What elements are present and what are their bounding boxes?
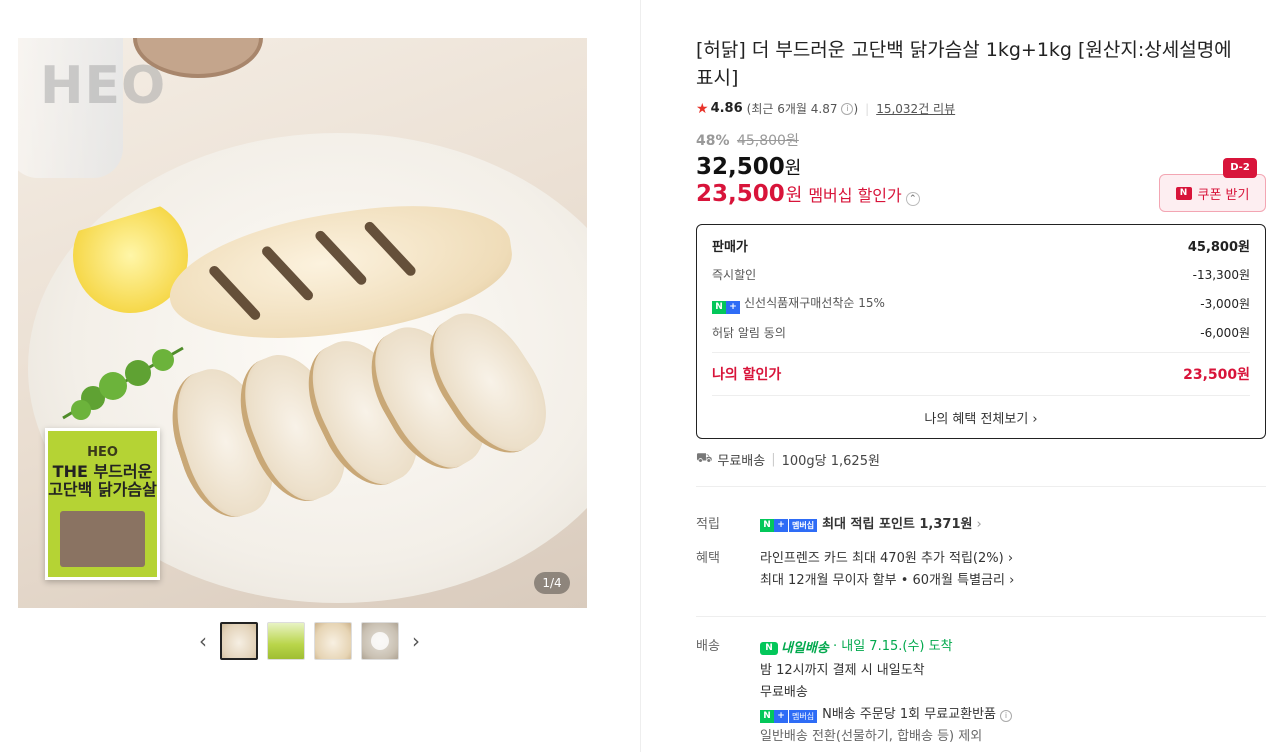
- package-window: [60, 511, 145, 567]
- delivery-eta: · 내일 7.15.(수) 도착: [832, 639, 953, 654]
- membership-price-value: 23,500: [696, 181, 785, 207]
- npay-membership-icon: N + 멤버십: [760, 518, 818, 532]
- shipping-summary: ⛟ 무료배송 | 100g당 1,625원: [696, 450, 880, 469]
- review-count-link[interactable]: 15,032건 리뷰: [876, 100, 955, 117]
- free-shipping-text: 무료배송: [717, 454, 766, 469]
- separator: |: [771, 452, 776, 467]
- price-row: 허닭 알림 동의 -6,000원: [712, 318, 1250, 347]
- recent-rating-close: ): [853, 101, 859, 116]
- free-return-line: N + 멤버십 N배송 주문당 1회 무료교환반품 i: [760, 704, 1013, 726]
- thumbnail-strip: ‹ ›: [195, 622, 424, 660]
- point-label: 적립: [696, 517, 720, 532]
- tomorrow-delivery-badge: N 내일배송: [760, 638, 829, 660]
- npay-membership-icon: N + 멤버십: [760, 709, 818, 723]
- price-row-label-wrap: N + 신선식품재구매선착순 15%: [712, 294, 885, 314]
- delivery-free: 무료배송: [760, 684, 808, 700]
- info-icon[interactable]: i: [1000, 709, 1013, 722]
- free-return-text: N배송 주문당 1회 무료교환반품: [822, 706, 997, 722]
- delivery-row: 배송 N 내일배송 · 내일 7.15.(수) 도착 밤 12시까지 결제 시 내…: [696, 636, 1266, 748]
- chevron-right-icon: ›: [976, 517, 982, 532]
- benefits-section: 적립 N + 멤버십 최대 적립 포인트 1,371원 › 혜택 라인프렌즈 카드 …: [696, 514, 1266, 592]
- coupon-dday-badge: D-2: [1223, 158, 1257, 178]
- truck-icon: ⛟: [696, 451, 713, 466]
- thumbnail-3[interactable]: [314, 622, 352, 660]
- column-divider: [640, 0, 641, 752]
- price-row-label: 허닭 알림 동의: [712, 326, 786, 340]
- price-row: 즉시할인 -13,300원: [712, 260, 1250, 289]
- point-text: 최대 적립 포인트 1,371원: [822, 517, 973, 532]
- product-main-image[interactable]: HEO HEO THE 부드러운 고단백 닭가슴살 1/4: [18, 38, 587, 608]
- all-benefits-link[interactable]: 나의 혜택 전체보기 ›: [712, 401, 1250, 439]
- delivery-eta-line: N 내일배송 · 내일 7.15.(수) 도착: [760, 636, 1012, 660]
- point-link[interactable]: N + 멤버십 최대 적립 포인트 1,371원 ›: [760, 514, 982, 536]
- divider: [712, 395, 1250, 396]
- price-row-label: 신선식품재구매선착순 15%: [744, 295, 885, 310]
- delivery-cutoff: 밤 12시까지 결제 시 내일도착: [760, 662, 925, 678]
- image-page-indicator: 1/4: [534, 572, 570, 594]
- thumbnail-prev-button[interactable]: ‹: [195, 629, 211, 653]
- card-benefit-link[interactable]: 라인프렌즈 카드 최대 470원 추가 적립(2%) ›: [760, 548, 1014, 570]
- benefit-label: 혜택: [696, 551, 720, 566]
- divider: [696, 486, 1266, 487]
- info-icon[interactable]: i: [841, 102, 854, 115]
- installment-benefit-link[interactable]: 최대 12개월 무이자 할부 • 60개월 특별금리 ›: [760, 570, 1014, 592]
- separator: |: [865, 101, 870, 116]
- membership-price-label: 멤버십 할인가: [808, 186, 902, 205]
- price-row-amount: -13,300원: [1192, 268, 1250, 282]
- rating-score: 4.86: [710, 101, 743, 116]
- thumbnail-1[interactable]: [220, 622, 258, 660]
- package-brand: HEO: [87, 445, 118, 460]
- star-icon: ★: [696, 100, 709, 117]
- price-breakdown-box: 판매가 45,800원 즉시할인 -13,300원 N + 신선식품재구매선착순 1…: [696, 224, 1266, 439]
- price-row: N + 신선식품재구매선착순 15% -3,000원: [712, 289, 1250, 318]
- original-price-row: 48% 45,800원: [696, 130, 1266, 150]
- price-row-amount: -6,000원: [1200, 326, 1250, 340]
- product-info-panel: [허닭] 더 부드러운 고단백 닭가슴살 1kg+1kg [원산지:상세설명에 …: [696, 36, 1266, 744]
- delivery-section: 배송 N 내일배송 · 내일 7.15.(수) 도착 밤 12시까지 결제 시 내…: [696, 636, 1266, 748]
- my-price-amount: 23,500원: [1183, 367, 1250, 383]
- benefit-row: 혜택 라인프렌즈 카드 최대 470원 추가 적립(2%) › 최대 12개월 …: [696, 548, 1266, 592]
- price-row-label: 즉시할인: [712, 268, 757, 282]
- product-title: [허닭] 더 부드러운 고단백 닭가슴살 1kg+1kg [원산지:상세설명에 …: [696, 39, 1232, 89]
- recent-rating: (최근 6개월 4.87: [746, 102, 838, 116]
- sale-price-value: 32,500: [696, 154, 785, 180]
- product-package-image: HEO THE 부드러운 고단백 닭가슴살: [45, 428, 160, 580]
- naver-logo-icon: N: [1175, 186, 1192, 200]
- delivery-exclusion: 일반배송 전환(선물하기, 합배송 등) 제외: [760, 728, 983, 744]
- thumbnail-next-button[interactable]: ›: [408, 629, 424, 653]
- divider: [712, 352, 1250, 353]
- brand-watermark: HEO: [40, 56, 167, 116]
- chevron-up-icon[interactable]: ⌃: [905, 192, 920, 206]
- naver-delivery-icon: N: [760, 642, 778, 655]
- coupon-button[interactable]: N 쿠폰 받기: [1159, 174, 1266, 212]
- rating-summary: ★ 4.86 (최근 6개월 4.87 i ) | 15,032건 리뷰: [696, 100, 1266, 117]
- unit-price-text: 100g당 1,625원: [781, 454, 880, 469]
- point-row: 적립 N + 멤버십 최대 적립 포인트 1,371원 ›: [696, 514, 1266, 536]
- discount-percent: 48%: [696, 133, 730, 149]
- price-row-amount: 45,800원: [1187, 240, 1250, 255]
- price-row-label: 판매가: [712, 240, 748, 255]
- my-price-label: 나의 할인가: [712, 367, 782, 383]
- original-price: 45,800원: [736, 133, 799, 149]
- price-row: 판매가 45,800원: [712, 231, 1250, 260]
- membership-price-currency: 원: [785, 185, 803, 206]
- my-price-row: 나의 할인가 23,500원: [712, 358, 1250, 390]
- sale-price-currency: 원: [784, 158, 802, 179]
- package-title: THE 부드러운 고단백 닭가슴살: [48, 462, 157, 500]
- coupon-label: 쿠폰 받기: [1197, 187, 1250, 203]
- delivery-label: 배송: [696, 639, 720, 654]
- divider: [696, 616, 1266, 617]
- thumbnail-2[interactable]: [267, 622, 305, 660]
- thumbnail-4-video[interactable]: [361, 622, 399, 660]
- price-row-amount: -3,000원: [1200, 297, 1250, 311]
- npay-plus-icon: N +: [712, 300, 740, 314]
